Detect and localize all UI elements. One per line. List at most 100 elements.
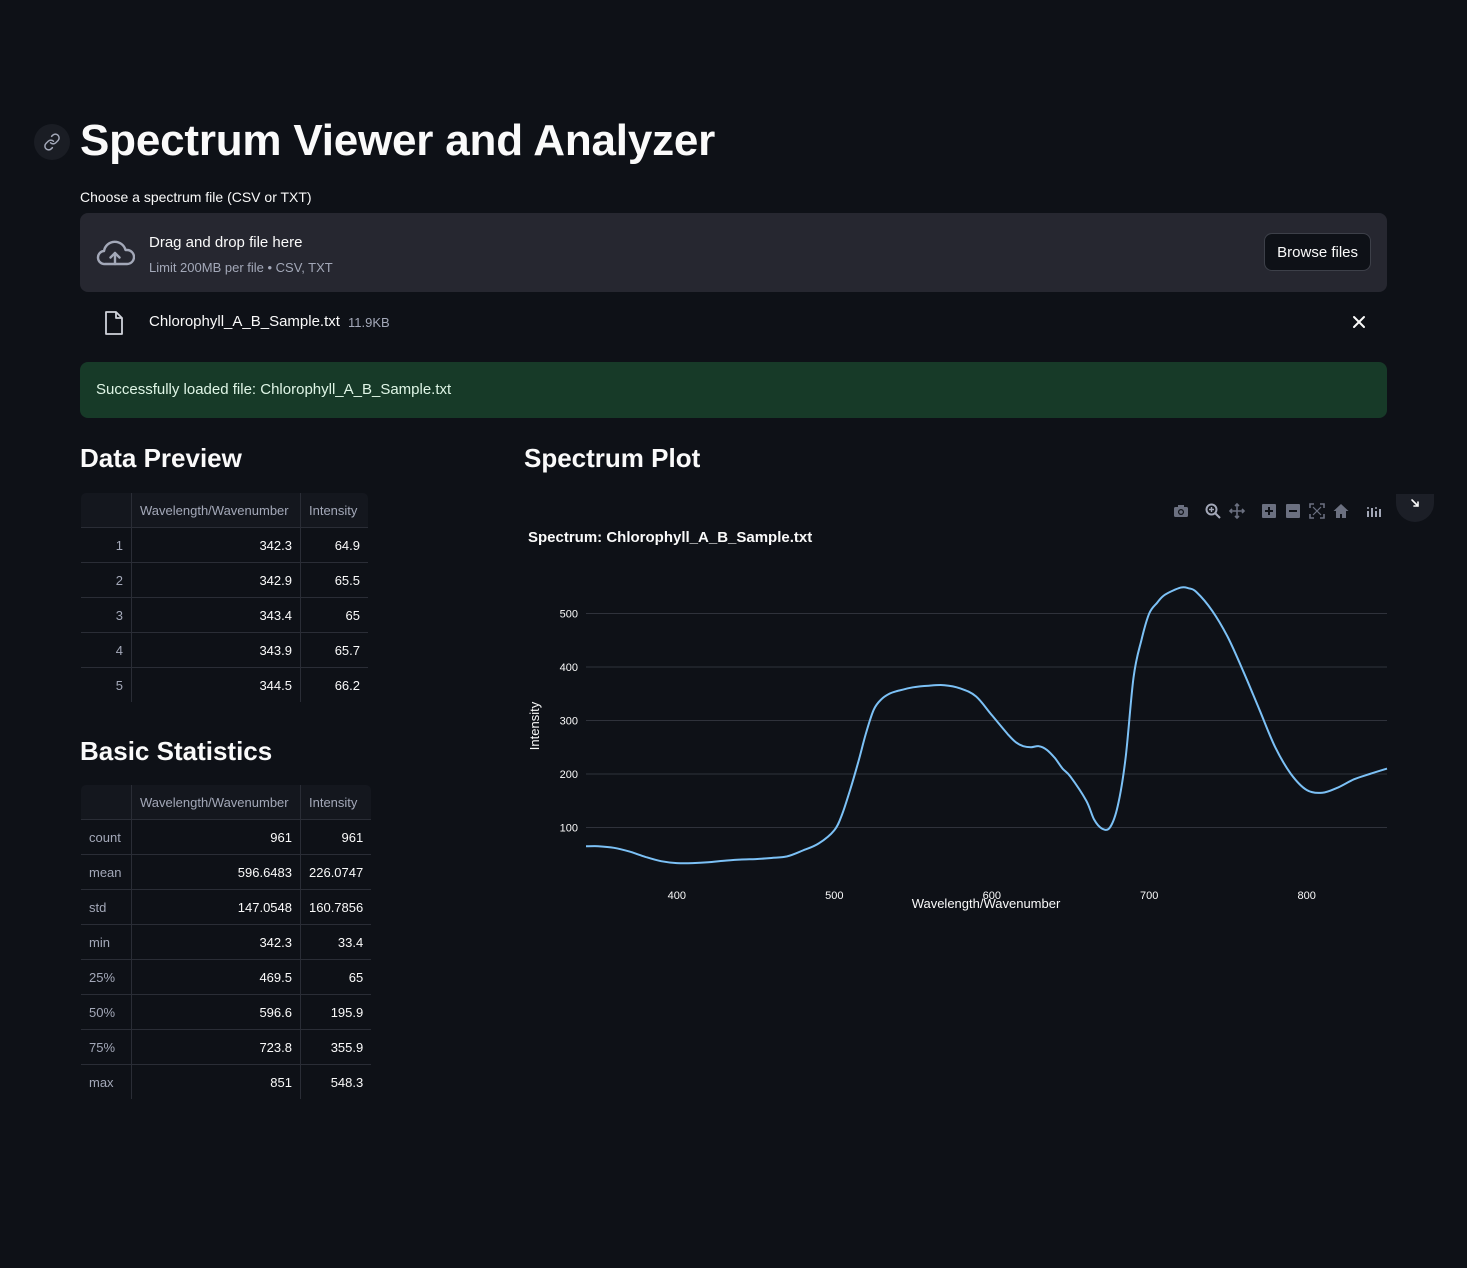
success-alert: Successfully loaded file: Chlorophyll_A_… — [80, 362, 1387, 418]
table-row: 75% 723.8 355.9 — [81, 1029, 372, 1065]
table-row: 2 342.9 65.5 — [81, 562, 368, 598]
column-header[interactable]: Wavelength/Wavenumber — [131, 785, 301, 820]
chart-canvas[interactable]: Spectrum: Chlorophyll_A_B_Sample.txt 100… — [524, 496, 1467, 926]
y-axis-label: Intensity — [527, 701, 542, 750]
table-cell[interactable]: 342.9 — [131, 562, 301, 598]
row-index: 4 — [81, 632, 132, 668]
row-index: mean — [81, 854, 132, 890]
column-header[interactable]: Intensity — [300, 493, 368, 528]
table-row: min 342.3 33.4 — [81, 924, 372, 960]
table-cell[interactable]: 147.0548 — [131, 889, 301, 925]
table-cell[interactable]: 548.3 — [299, 1064, 372, 1099]
data-preview-table[interactable]: Wavelength/Wavenumber Intensity 1 342.3 … — [80, 492, 369, 703]
x-tick-label: 400 — [668, 890, 686, 902]
data-preview-heading: Data Preview — [80, 443, 242, 473]
file-icon — [104, 310, 124, 341]
row-index: count — [81, 819, 132, 855]
table-cell[interactable]: 66.2 — [300, 667, 368, 702]
table-cell[interactable]: 160.7856 — [299, 889, 372, 925]
chart-title: Spectrum: Chlorophyll_A_B_Sample.txt — [528, 529, 812, 546]
uploader-label: Choose a spectrum file (CSV or TXT) — [80, 189, 312, 205]
x-tick-label: 500 — [825, 890, 843, 902]
y-tick-label: 500 — [560, 608, 578, 620]
table-row: max 851 548.3 — [81, 1064, 372, 1099]
table-cell[interactable]: 342.3 — [131, 924, 301, 960]
zoom-out-icon[interactable] — [1284, 502, 1302, 520]
success-alert-text: Successfully loaded file: Chlorophyll_A_… — [96, 381, 452, 398]
table-row: std 147.0548 160.7856 — [81, 889, 372, 925]
row-index: 3 — [81, 597, 132, 633]
dropzone-limit-text: Limit 200MB per file • CSV, TXT — [149, 260, 333, 275]
table-cell[interactable]: 343.4 — [131, 597, 301, 633]
table-cell[interactable]: 342.3 — [131, 527, 301, 563]
table-cell[interactable]: 65.7 — [300, 632, 368, 668]
y-tick-label: 400 — [560, 662, 578, 674]
table-cell[interactable]: 469.5 — [131, 959, 301, 995]
table-row: 50% 596.6 195.9 — [81, 994, 372, 1030]
table-row: 1 342.3 64.9 — [81, 527, 368, 563]
table-cell[interactable]: 226.0747 — [299, 854, 372, 890]
row-index: std — [81, 889, 132, 925]
pan-icon[interactable] — [1228, 502, 1246, 520]
table-cell[interactable]: 65.5 — [300, 562, 368, 598]
table-cell[interactable]: 355.9 — [299, 1029, 372, 1065]
row-index: min — [81, 924, 132, 960]
x-tick-label: 700 — [1140, 890, 1158, 902]
reset-axes-icon[interactable] — [1332, 502, 1350, 520]
y-tick-label: 100 — [560, 822, 578, 834]
table-row: 25% 469.5 65 — [81, 959, 372, 995]
table-cell[interactable]: 65 — [300, 597, 368, 633]
table-header-row: Wavelength/Wavenumber Intensity — [81, 493, 368, 528]
table-cell[interactable]: 33.4 — [299, 924, 372, 960]
table-cell[interactable]: 961 — [131, 819, 301, 855]
row-index: 50% — [81, 994, 132, 1030]
series-line[interactable] — [585, 586, 1388, 865]
table-cell[interactable]: 343.9 — [131, 632, 301, 668]
table-cell[interactable]: 851 — [131, 1064, 301, 1099]
autoscale-icon[interactable] — [1308, 502, 1326, 520]
y-tick-label: 300 — [560, 715, 578, 727]
x-tick-label: 800 — [1298, 890, 1316, 902]
row-index: max — [81, 1064, 132, 1099]
remove-file-icon[interactable] — [1349, 312, 1369, 332]
spectrum-chart[interactable]: Spectrum: Chlorophyll_A_B_Sample.txt 100… — [524, 494, 1467, 926]
table-row: 5 344.5 66.2 — [81, 667, 368, 702]
dropzone-title: Drag and drop file here — [149, 234, 303, 251]
fullscreen-toggle[interactable] — [1396, 494, 1434, 522]
camera-icon[interactable] — [1172, 502, 1190, 520]
table-cell[interactable]: 64.9 — [300, 527, 368, 563]
x-axis-label: Wavelength/Wavenumber — [912, 896, 1061, 911]
plotly-logo-icon[interactable] — [1364, 502, 1382, 520]
column-header[interactable]: Wavelength/Wavenumber — [131, 493, 301, 528]
table-cell[interactable]: 596.6483 — [131, 854, 301, 890]
table-cell[interactable]: 596.6 — [131, 994, 301, 1030]
column-header[interactable] — [81, 493, 132, 528]
table-cell[interactable]: 344.5 — [131, 667, 301, 702]
table-row: 3 343.4 65 — [81, 597, 368, 633]
basic-statistics-heading: Basic Statistics — [80, 736, 273, 766]
table-cell[interactable]: 195.9 — [299, 994, 372, 1030]
row-index: 25% — [81, 959, 132, 995]
spectrum-plot-heading: Spectrum Plot — [524, 443, 701, 473]
zoom-icon[interactable] — [1204, 502, 1222, 520]
row-index: 75% — [81, 1029, 132, 1065]
row-index: 2 — [81, 562, 132, 598]
uploaded-file-row: Chlorophyll_A_B_Sample.txt 11.9KB — [80, 300, 1387, 344]
column-header[interactable]: Intensity — [299, 785, 372, 820]
table-cell[interactable]: 961 — [299, 819, 372, 855]
anchor-link-icon[interactable] — [34, 124, 70, 160]
file-dropzone[interactable]: Drag and drop file here Limit 200MB per … — [80, 213, 1387, 292]
browse-files-button[interactable]: Browse files — [1264, 233, 1371, 271]
zoom-in-icon[interactable] — [1260, 502, 1278, 520]
table-header-row: Wavelength/Wavenumber Intensity — [81, 785, 372, 820]
y-tick-label: 200 — [560, 769, 578, 781]
column-header[interactable] — [81, 785, 132, 820]
uploaded-file-size: 11.9KB — [348, 315, 390, 330]
table-cell[interactable]: 65 — [299, 959, 372, 995]
table-cell[interactable]: 723.8 — [131, 1029, 301, 1065]
uploaded-file-name: Chlorophyll_A_B_Sample.txt — [149, 313, 340, 330]
row-index: 1 — [81, 527, 132, 563]
row-index: 5 — [81, 667, 132, 702]
basic-statistics-table[interactable]: Wavelength/Wavenumber Intensity count 96… — [80, 784, 373, 1100]
table-row: count 961 961 — [81, 819, 372, 855]
